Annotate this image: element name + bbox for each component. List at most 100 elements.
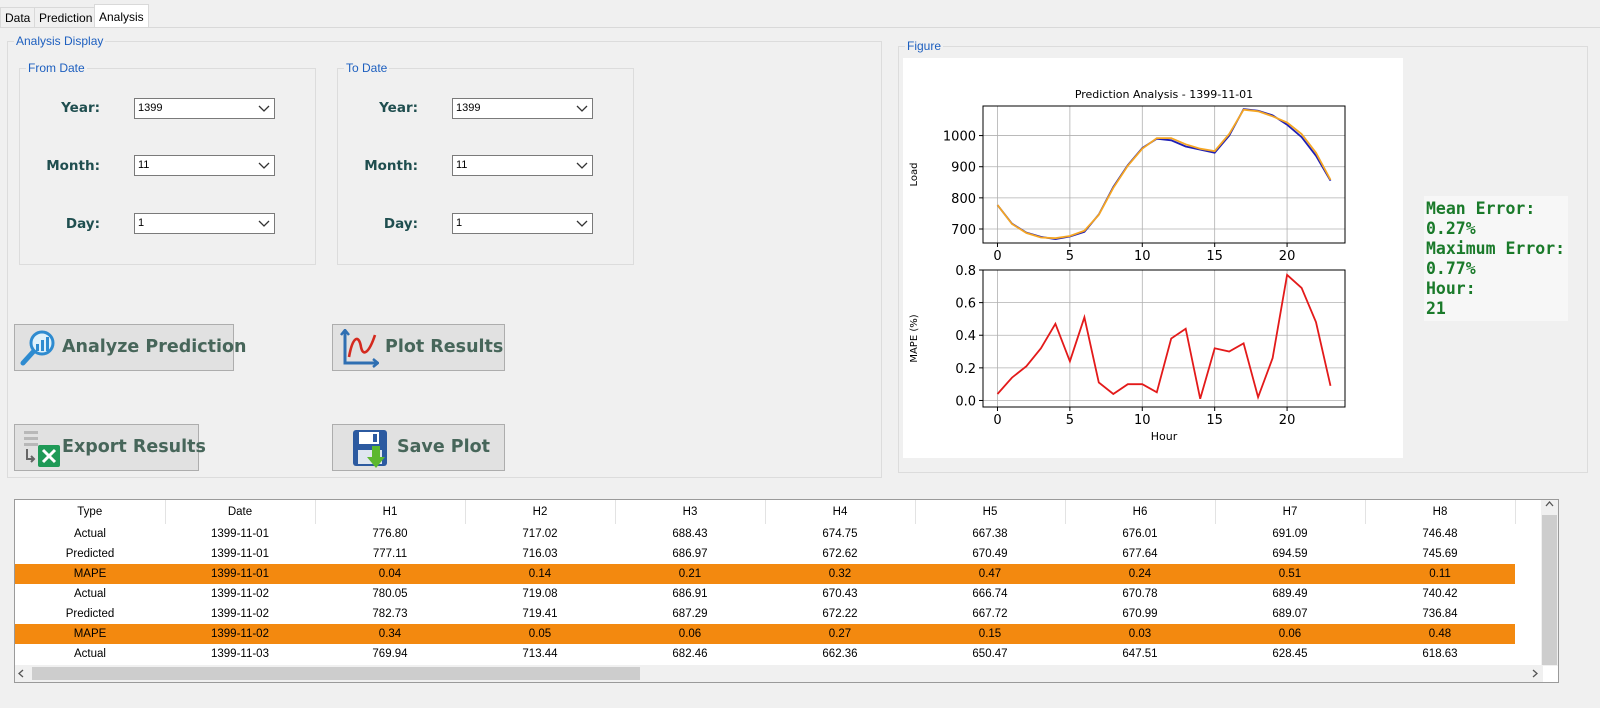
table-cell[interactable]: 717.02: [465, 524, 615, 544]
table-cell[interactable]: Actual: [15, 584, 165, 604]
table-cell[interactable]: Actual: [15, 644, 165, 664]
table-cell[interactable]: 782.73: [315, 604, 465, 624]
horizontal-scroll-thumb[interactable]: [32, 667, 640, 680]
table-cell[interactable]: 1399-11-01: [165, 544, 315, 564]
tab-prediction[interactable]: Prediction: [34, 7, 98, 27]
table-cell[interactable]: 672.22: [765, 604, 915, 624]
table-cell[interactable]: 719.41: [465, 604, 615, 624]
table-cell[interactable]: 745.69: [1365, 544, 1515, 564]
table-cell[interactable]: 777.11: [315, 544, 465, 564]
to-day-select[interactable]: 1: [452, 213, 593, 234]
table-cell[interactable]: 0.48: [1365, 624, 1515, 644]
table-cell[interactable]: 674.75: [765, 524, 915, 544]
table-cell[interactable]: 0.05: [465, 624, 615, 644]
table-cell[interactable]: 0.15: [915, 624, 1065, 644]
from-day-select[interactable]: 1: [134, 213, 275, 234]
table-cell[interactable]: 0.32: [765, 564, 915, 584]
column-header[interactable]: H1: [315, 500, 466, 524]
table-cell[interactable]: 667.38: [915, 524, 1065, 544]
results-table[interactable]: Type Date H1 H2 H3 H4 H5 H6 H7 H8 Actual 1399-11-0…: [14, 499, 1559, 683]
table-cell[interactable]: 0.14: [465, 564, 615, 584]
table-cell[interactable]: MAPE: [15, 564, 165, 584]
horizontal-scrollbar[interactable]: [15, 665, 1543, 682]
column-header[interactable]: Type: [15, 500, 166, 524]
table-row[interactable]: Actual 1399-11-02 780.05 719.08 686.91 670.43…: [15, 584, 1515, 604]
table-cell[interactable]: MAPE: [15, 624, 165, 644]
table-cell[interactable]: 670.99: [1065, 604, 1215, 624]
save-plot-button[interactable]: Save Plot: [332, 424, 505, 471]
analyze-prediction-button[interactable]: Analyze Prediction: [14, 324, 246, 371]
table-cell[interactable]: 677.64: [1065, 544, 1215, 564]
table-row[interactable]: Actual 1399-11-03 769.94 713.44 682.46 662.36…: [15, 644, 1515, 664]
table-cell[interactable]: 694.59: [1215, 544, 1365, 564]
table-cell[interactable]: 628.45: [1215, 644, 1365, 664]
table-cell[interactable]: 666.74: [915, 584, 1065, 604]
column-header[interactable]: Date: [165, 500, 316, 524]
column-header[interactable]: H2: [465, 500, 616, 524]
table-cell[interactable]: 0.06: [615, 624, 765, 644]
table-cell[interactable]: 1399-11-01: [165, 564, 315, 584]
to-year-select[interactable]: 1399: [452, 98, 593, 119]
table-cell[interactable]: 662.36: [765, 644, 915, 664]
table-cell[interactable]: 1399-11-02: [165, 604, 315, 624]
table-row[interactable]: Predicted 1399-11-02 782.73 719.41 687.29 672…: [15, 604, 1515, 624]
column-header[interactable]: H4: [765, 500, 916, 524]
table-cell[interactable]: 689.07: [1215, 604, 1365, 624]
table-cell[interactable]: 618.63: [1365, 644, 1515, 664]
table-row[interactable]: MAPE 1399-11-02 0.34 0.05 0.06 0.27 0.15 0.03 0.…: [15, 624, 1515, 644]
table-cell[interactable]: 0.03: [1065, 624, 1215, 644]
table-cell[interactable]: 0.51: [1215, 564, 1365, 584]
vertical-scrollbar[interactable]: [1541, 500, 1558, 666]
column-header[interactable]: H5: [915, 500, 1066, 524]
from-month-select[interactable]: 11: [134, 155, 275, 176]
vertical-scroll-thumb[interactable]: [1542, 515, 1557, 665]
table-cell[interactable]: 0.24: [1065, 564, 1215, 584]
table-cell[interactable]: 691.09: [1215, 524, 1365, 544]
table-cell[interactable]: 719.08: [465, 584, 615, 604]
table-cell[interactable]: 687.29: [615, 604, 765, 624]
table-cell[interactable]: 689.49: [1215, 584, 1365, 604]
table-cell[interactable]: 647.51: [1065, 644, 1215, 664]
table-row[interactable]: MAPE 1399-11-01 0.04 0.14 0.21 0.32 0.47 0.24 0.…: [15, 564, 1515, 584]
scroll-up-icon[interactable]: [1545, 500, 1554, 509]
table-cell[interactable]: 0.06: [1215, 624, 1365, 644]
table-cell[interactable]: 746.48: [1365, 524, 1515, 544]
table-cell[interactable]: 1399-11-02: [165, 624, 315, 644]
from-year-select[interactable]: 1399: [134, 98, 275, 119]
table-cell[interactable]: 670.49: [915, 544, 1065, 564]
table-cell[interactable]: 0.27: [765, 624, 915, 644]
table-cell[interactable]: 650.47: [915, 644, 1065, 664]
table-row[interactable]: Predicted 1399-11-01 777.11 716.03 686.97 672…: [15, 544, 1515, 564]
table-cell[interactable]: 780.05: [315, 584, 465, 604]
table-cell[interactable]: 0.34: [315, 624, 465, 644]
table-cell[interactable]: Predicted: [15, 604, 165, 624]
column-header[interactable]: H3: [615, 500, 766, 524]
table-cell[interactable]: 670.43: [765, 584, 915, 604]
table-cell[interactable]: 0.21: [615, 564, 765, 584]
export-results-button[interactable]: Export Results: [14, 424, 206, 471]
table-cell[interactable]: 688.43: [615, 524, 765, 544]
table-cell[interactable]: 0.47: [915, 564, 1065, 584]
table-cell[interactable]: 776.80: [315, 524, 465, 544]
table-cell[interactable]: 676.01: [1065, 524, 1215, 544]
scroll-left-icon[interactable]: [17, 669, 26, 678]
column-header[interactable]: H7: [1215, 500, 1366, 524]
table-cell[interactable]: 1399-11-02: [165, 584, 315, 604]
table-row[interactable]: Actual 1399-11-01 776.80 717.02 688.43 674.75…: [15, 524, 1515, 544]
table-cell[interactable]: 686.91: [615, 584, 765, 604]
table-cell[interactable]: 740.42: [1365, 584, 1515, 604]
table-cell[interactable]: 667.72: [915, 604, 1065, 624]
table-cell[interactable]: 682.46: [615, 644, 765, 664]
table-cell[interactable]: 713.44: [465, 644, 615, 664]
plot-results-button[interactable]: Plot Results: [332, 324, 505, 371]
column-header[interactable]: H6: [1065, 500, 1216, 524]
table-cell[interactable]: 0.11: [1365, 564, 1515, 584]
table-cell[interactable]: 1399-11-03: [165, 644, 315, 664]
table-cell[interactable]: 686.97: [615, 544, 765, 564]
table-cell[interactable]: 1399-11-01: [165, 524, 315, 544]
table-cell[interactable]: 670.78: [1065, 584, 1215, 604]
scroll-right-icon[interactable]: [1530, 669, 1539, 678]
table-cell[interactable]: Predicted: [15, 544, 165, 564]
table-cell[interactable]: 736.84: [1365, 604, 1515, 624]
column-header[interactable]: H8: [1365, 500, 1516, 524]
